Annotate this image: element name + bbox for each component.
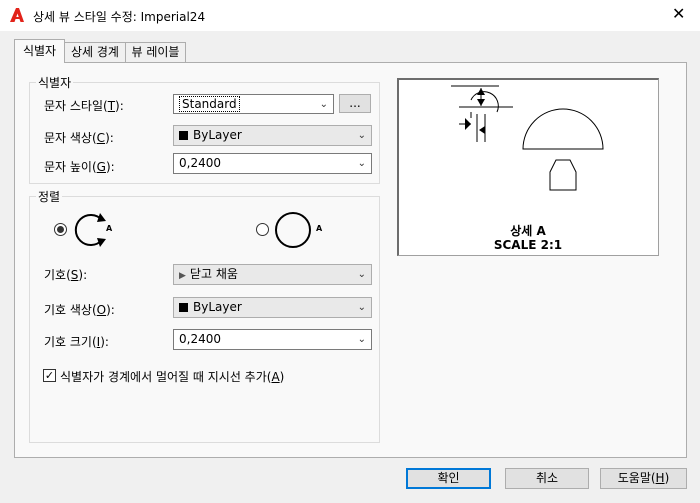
- symbol-dropdown[interactable]: ▶ 닫고 채움 ⌄: [173, 264, 372, 285]
- symbol-size-label: 기호 크기(I):: [44, 335, 109, 349]
- text-height-label: 문자 높이(G):: [44, 160, 115, 174]
- identifier-group-label: 식별자: [36, 74, 74, 91]
- chevron-down-icon: ⌄: [357, 158, 366, 169]
- chevron-down-icon: ⌄: [357, 302, 366, 313]
- option-1-letter: A: [106, 224, 113, 233]
- leader-checkbox-label[interactable]: 식별자가 경계에서 멀어질 때 지시선 추가(A): [60, 368, 284, 385]
- text-style-value: Standard: [179, 96, 240, 112]
- preview-panel: 상세 A SCALE 2:1: [397, 78, 659, 256]
- text-color-value: ByLayer: [193, 128, 242, 142]
- text-height-value: 0,2400: [179, 156, 221, 170]
- option-2-letter: A: [316, 224, 323, 233]
- tab-detail-boundary[interactable]: 상세 경계: [64, 42, 126, 62]
- browse-text-style-button[interactable]: ...: [339, 94, 371, 113]
- help-button[interactable]: 도움말(H): [600, 468, 687, 489]
- text-color-dropdown[interactable]: ByLayer ⌄: [173, 125, 372, 146]
- text-color-label: 문자 색상(C):: [44, 131, 114, 145]
- color-swatch: [179, 303, 188, 312]
- filled-arrow-icon: ▶: [179, 271, 186, 281]
- text-height-combo[interactable]: 0,2400 ⌄: [173, 153, 372, 174]
- symbol-size-value: 0,2400: [179, 332, 221, 346]
- symbol-color-dropdown[interactable]: ByLayer ⌄: [173, 297, 372, 318]
- ok-button[interactable]: 확인: [406, 468, 491, 489]
- leader-checkbox[interactable]: ✓: [43, 369, 56, 382]
- chevron-down-icon: ⌄: [319, 99, 328, 110]
- cancel-button[interactable]: 취소: [505, 468, 589, 489]
- color-swatch: [179, 131, 188, 140]
- circle-symbol-icon: [275, 212, 311, 248]
- chevron-down-icon: ⌄: [357, 334, 366, 345]
- chevron-down-icon: ⌄: [357, 130, 366, 141]
- symbol-value: 닫고 채움: [189, 267, 238, 281]
- text-style-dropdown[interactable]: Standard ⌄: [173, 94, 334, 114]
- arrangement-group-label: 정렬: [36, 188, 63, 205]
- autocad-logo-icon: [10, 8, 24, 22]
- symbol-size-combo[interactable]: 0,2400 ⌄: [173, 329, 372, 350]
- tab-view-label[interactable]: 뷰 레이블: [125, 42, 186, 62]
- preview-detail-label: 상세 A: [510, 224, 546, 238]
- close-icon[interactable]: ✕: [672, 5, 685, 23]
- style-option-1-radio[interactable]: [54, 223, 67, 236]
- symbol-color-label: 기호 색상(O):: [44, 303, 115, 317]
- style-option-2-radio[interactable]: [256, 223, 269, 236]
- text-style-label: 문자 스타일(T):: [44, 99, 124, 113]
- chevron-down-icon: ⌄: [357, 269, 366, 280]
- symbol-color-value: ByLayer: [193, 300, 242, 314]
- symbol-label: 기호(S):: [44, 268, 88, 282]
- tab-identifier[interactable]: 식별자: [14, 39, 65, 63]
- preview-scale-label: SCALE 2:1: [493, 238, 563, 252]
- window-title: 상세 뷰 스타일 수정: Imperial24: [33, 10, 206, 24]
